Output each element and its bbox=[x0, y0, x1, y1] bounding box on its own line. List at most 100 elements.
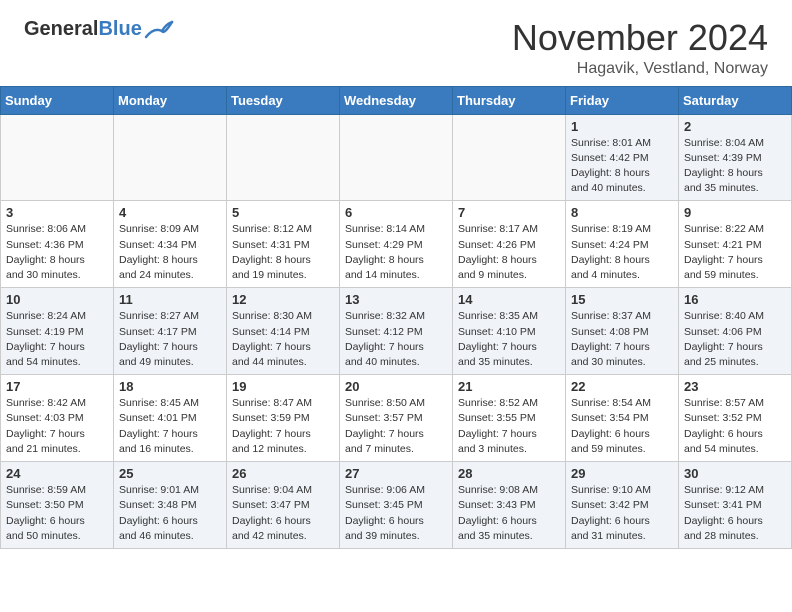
calendar-day-cell: 6 Sunrise: 8:14 AM Sunset: 4:29 PM Daylig… bbox=[340, 201, 453, 288]
day-info: Sunrise: 8:37 AM Sunset: 4:08 PM Dayligh… bbox=[571, 309, 673, 370]
calendar-day-cell: 21Sunrise: 8:52 AM Sunset: 3:55 PM Dayli… bbox=[453, 375, 566, 462]
day-number: 16 bbox=[684, 292, 786, 307]
calendar-table: SundayMondayTuesdayWednesdayThursdayFrid… bbox=[0, 86, 792, 549]
day-info: Sunrise: 8:22 AM Sunset: 4:21 PM Dayligh… bbox=[684, 222, 786, 283]
calendar-day-cell: 20 Sunrise: 8:50 AM Sunset: 3:57 PM Dayli… bbox=[340, 375, 453, 462]
day-number: 18 bbox=[119, 379, 221, 394]
calendar-day-cell: 17 Sunrise: 8:42 AM Sunset: 4:03 PM Dayli… bbox=[1, 375, 114, 462]
location-title: Hagavik, Vestland, Norway bbox=[512, 60, 768, 78]
logo-icon bbox=[144, 19, 174, 41]
month-title: November 2024 bbox=[512, 18, 768, 58]
day-number: 20 bbox=[345, 379, 447, 394]
calendar-week-row: 1Sunrise: 8:01 AM Sunset: 4:42 PM Daylig… bbox=[1, 114, 792, 201]
page-header: GeneralBlue November 2024 Hagavik, Vestl… bbox=[0, 0, 792, 86]
logo-text: GeneralBlue bbox=[24, 18, 142, 41]
calendar-week-row: 10 Sunrise: 8:24 AM Sunset: 4:19 PM Dayli… bbox=[1, 288, 792, 375]
day-info: Sunrise: 8:09 AM Sunset: 4:34 PM Dayligh… bbox=[119, 222, 221, 283]
calendar-week-row: 24 Sunrise: 8:59 AM Sunset: 3:50 PM Dayli… bbox=[1, 462, 792, 549]
day-info: Sunrise: 8:40 AM Sunset: 4:06 PM Dayligh… bbox=[684, 309, 786, 370]
day-number: 19 bbox=[232, 379, 334, 394]
day-info: Sunrise: 8:06 AM Sunset: 4:36 PM Dayligh… bbox=[6, 222, 108, 283]
day-number: 23 bbox=[684, 379, 786, 394]
day-info: Sunrise: 9:10 AM Sunset: 3:42 PM Dayligh… bbox=[571, 483, 673, 544]
day-number: 11 bbox=[119, 292, 221, 307]
calendar-day-cell: 15 Sunrise: 8:37 AM Sunset: 4:08 PM Dayli… bbox=[566, 288, 679, 375]
day-info: Sunrise: 8:45 AM Sunset: 4:01 PM Dayligh… bbox=[119, 396, 221, 457]
calendar-day-cell: 3 Sunrise: 8:06 AM Sunset: 4:36 PM Daylig… bbox=[1, 201, 114, 288]
calendar-day-cell bbox=[114, 114, 227, 201]
day-info: Sunrise: 8:35 AM Sunset: 4:10 PM Dayligh… bbox=[458, 309, 560, 370]
calendar-day-cell: 25Sunrise: 9:01 AM Sunset: 3:48 PM Dayli… bbox=[114, 462, 227, 549]
day-info: Sunrise: 8:14 AM Sunset: 4:29 PM Dayligh… bbox=[345, 222, 447, 283]
day-info: Sunrise: 8:17 AM Sunset: 4:26 PM Dayligh… bbox=[458, 222, 560, 283]
day-number: 27 bbox=[345, 466, 447, 481]
calendar-day-cell: 30 Sunrise: 9:12 AM Sunset: 3:41 PM Dayli… bbox=[679, 462, 792, 549]
day-number: 24 bbox=[6, 466, 108, 481]
calendar-header-row: SundayMondayTuesdayWednesdayThursdayFrid… bbox=[1, 86, 792, 114]
day-info: Sunrise: 8:42 AM Sunset: 4:03 PM Dayligh… bbox=[6, 396, 108, 457]
calendar-header-cell: Tuesday bbox=[227, 86, 340, 114]
day-info: Sunrise: 8:54 AM Sunset: 3:54 PM Dayligh… bbox=[571, 396, 673, 457]
calendar-header-cell: Thursday bbox=[453, 86, 566, 114]
day-number: 2 bbox=[684, 119, 786, 134]
day-info: Sunrise: 8:24 AM Sunset: 4:19 PM Dayligh… bbox=[6, 309, 108, 370]
calendar-day-cell: 9 Sunrise: 8:22 AM Sunset: 4:21 PM Daylig… bbox=[679, 201, 792, 288]
calendar-day-cell: 19Sunrise: 8:47 AM Sunset: 3:59 PM Dayli… bbox=[227, 375, 340, 462]
calendar-day-cell: 27 Sunrise: 9:06 AM Sunset: 3:45 PM Dayli… bbox=[340, 462, 453, 549]
day-info: Sunrise: 9:06 AM Sunset: 3:45 PM Dayligh… bbox=[345, 483, 447, 544]
calendar-day-cell: 1Sunrise: 8:01 AM Sunset: 4:42 PM Daylig… bbox=[566, 114, 679, 201]
calendar-header-cell: Wednesday bbox=[340, 86, 453, 114]
calendar-day-cell: 26Sunrise: 9:04 AM Sunset: 3:47 PM Dayli… bbox=[227, 462, 340, 549]
calendar-day-cell bbox=[227, 114, 340, 201]
calendar-day-cell: 7Sunrise: 8:17 AM Sunset: 4:26 PM Daylig… bbox=[453, 201, 566, 288]
calendar-day-cell: 8 Sunrise: 8:19 AM Sunset: 4:24 PM Daylig… bbox=[566, 201, 679, 288]
calendar-header-cell: Friday bbox=[566, 86, 679, 114]
calendar-header-cell: Sunday bbox=[1, 86, 114, 114]
day-info: Sunrise: 9:12 AM Sunset: 3:41 PM Dayligh… bbox=[684, 483, 786, 544]
calendar-day-cell: 4Sunrise: 8:09 AM Sunset: 4:34 PM Daylig… bbox=[114, 201, 227, 288]
day-number: 21 bbox=[458, 379, 560, 394]
day-number: 15 bbox=[571, 292, 673, 307]
calendar-day-cell: 23 Sunrise: 8:57 AM Sunset: 3:52 PM Dayli… bbox=[679, 375, 792, 462]
calendar-day-cell: 13 Sunrise: 8:32 AM Sunset: 4:12 PM Dayli… bbox=[340, 288, 453, 375]
day-number: 3 bbox=[6, 205, 108, 220]
day-info: Sunrise: 8:32 AM Sunset: 4:12 PM Dayligh… bbox=[345, 309, 447, 370]
day-number: 13 bbox=[345, 292, 447, 307]
calendar-day-cell: 22 Sunrise: 8:54 AM Sunset: 3:54 PM Dayli… bbox=[566, 375, 679, 462]
day-number: 8 bbox=[571, 205, 673, 220]
day-number: 22 bbox=[571, 379, 673, 394]
calendar-day-cell: 5 Sunrise: 8:12 AM Sunset: 4:31 PM Daylig… bbox=[227, 201, 340, 288]
calendar-week-row: 3 Sunrise: 8:06 AM Sunset: 4:36 PM Daylig… bbox=[1, 201, 792, 288]
day-info: Sunrise: 8:12 AM Sunset: 4:31 PM Dayligh… bbox=[232, 222, 334, 283]
title-block: November 2024 Hagavik, Vestland, Norway bbox=[512, 18, 768, 78]
day-info: Sunrise: 8:59 AM Sunset: 3:50 PM Dayligh… bbox=[6, 483, 108, 544]
day-number: 5 bbox=[232, 205, 334, 220]
day-number: 28 bbox=[458, 466, 560, 481]
day-number: 17 bbox=[6, 379, 108, 394]
day-number: 10 bbox=[6, 292, 108, 307]
day-info: Sunrise: 8:01 AM Sunset: 4:42 PM Dayligh… bbox=[571, 136, 673, 197]
day-info: Sunrise: 8:57 AM Sunset: 3:52 PM Dayligh… bbox=[684, 396, 786, 457]
day-number: 6 bbox=[345, 205, 447, 220]
calendar-day-cell: 10 Sunrise: 8:24 AM Sunset: 4:19 PM Dayli… bbox=[1, 288, 114, 375]
calendar-day-cell: 14 Sunrise: 8:35 AM Sunset: 4:10 PM Dayli… bbox=[453, 288, 566, 375]
day-number: 30 bbox=[684, 466, 786, 481]
calendar-day-cell: 24 Sunrise: 8:59 AM Sunset: 3:50 PM Dayli… bbox=[1, 462, 114, 549]
day-info: Sunrise: 9:01 AM Sunset: 3:48 PM Dayligh… bbox=[119, 483, 221, 544]
calendar-week-row: 17 Sunrise: 8:42 AM Sunset: 4:03 PM Dayli… bbox=[1, 375, 792, 462]
day-number: 29 bbox=[571, 466, 673, 481]
day-number: 9 bbox=[684, 205, 786, 220]
calendar-day-cell: 28Sunrise: 9:08 AM Sunset: 3:43 PM Dayli… bbox=[453, 462, 566, 549]
day-info: Sunrise: 8:30 AM Sunset: 4:14 PM Dayligh… bbox=[232, 309, 334, 370]
calendar-header-cell: Saturday bbox=[679, 86, 792, 114]
calendar-header-cell: Monday bbox=[114, 86, 227, 114]
day-number: 14 bbox=[458, 292, 560, 307]
calendar-day-cell bbox=[453, 114, 566, 201]
calendar-day-cell: 16 Sunrise: 8:40 AM Sunset: 4:06 PM Dayli… bbox=[679, 288, 792, 375]
calendar-day-cell: 18 Sunrise: 8:45 AM Sunset: 4:01 PM Dayli… bbox=[114, 375, 227, 462]
calendar-body: 1Sunrise: 8:01 AM Sunset: 4:42 PM Daylig… bbox=[1, 114, 792, 548]
day-info: Sunrise: 8:50 AM Sunset: 3:57 PM Dayligh… bbox=[345, 396, 447, 457]
calendar-day-cell: 2Sunrise: 8:04 AM Sunset: 4:39 PM Daylig… bbox=[679, 114, 792, 201]
day-info: Sunrise: 8:19 AM Sunset: 4:24 PM Dayligh… bbox=[571, 222, 673, 283]
logo: GeneralBlue bbox=[24, 18, 174, 41]
